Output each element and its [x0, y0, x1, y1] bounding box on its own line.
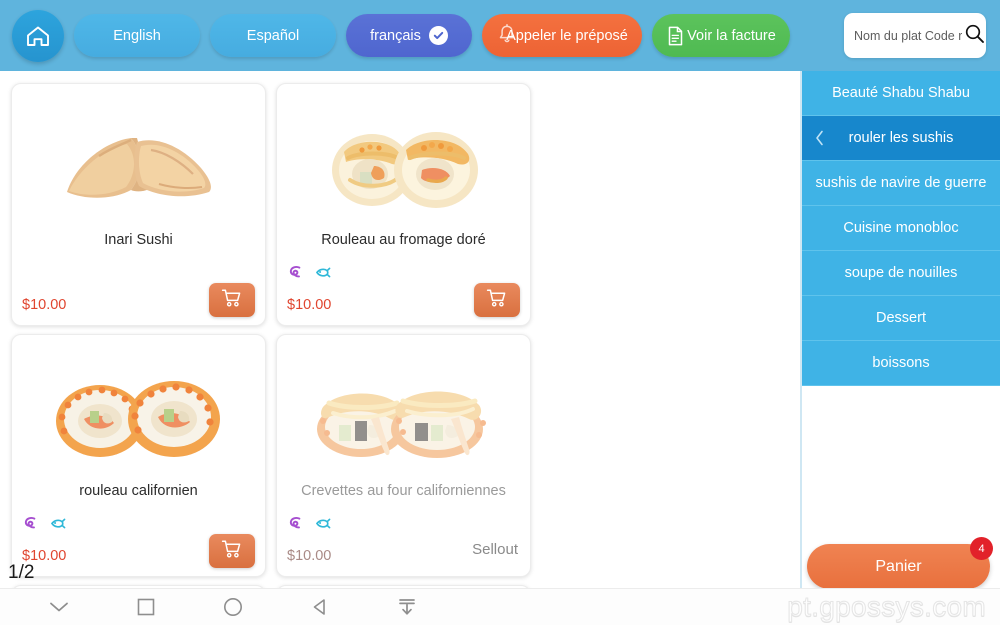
sidebar-item-label: Beauté Shabu Shabu	[832, 85, 970, 101]
product-image-golden-cheese-roll	[277, 92, 530, 232]
product-badges	[22, 515, 66, 532]
view-invoice-label: Voir la facture	[687, 27, 776, 44]
search-box[interactable]	[844, 13, 986, 58]
page-indicator: 1/2	[8, 562, 35, 583]
product-price: $10.00	[287, 548, 332, 564]
view-invoice-button[interactable]: Voir la facture	[652, 14, 790, 57]
spicy-badge-icon	[22, 515, 39, 532]
product-image-baked-california-shrimp	[277, 343, 530, 483]
language-button-espanol[interactable]: Español	[210, 14, 336, 57]
sidebar-item-beaute-shabu-shabu[interactable]: Beauté Shabu Shabu	[802, 71, 1000, 116]
product-price: $10.00	[287, 297, 332, 313]
square-icon[interactable]	[136, 597, 156, 617]
sidebar-item-label: Dessert	[876, 310, 926, 326]
product-price: $10.00	[22, 297, 67, 313]
download-all-icon[interactable]	[396, 597, 418, 617]
shopping-cart-icon	[486, 288, 508, 313]
check-circle-icon	[428, 26, 448, 45]
document-icon	[666, 25, 685, 47]
cart-button-label: Panier	[875, 557, 922, 575]
cart-button[interactable]: Panier 4	[807, 537, 993, 589]
product-grid: Inari Sushi $10.00 Rouleau au fromage do…	[0, 71, 800, 625]
product-name: Rouleau au fromage doré	[321, 232, 486, 248]
product-card[interactable]: rouleau californien $10.00	[11, 334, 266, 577]
product-card[interactable]: Crevettes au four californiennes $10.00 …	[276, 334, 531, 577]
sidebar-item-label: boissons	[872, 355, 930, 371]
add-to-cart-button[interactable]	[209, 283, 255, 317]
fish-badge-icon	[314, 515, 331, 532]
sidebar-item-rouler-les-sushis[interactable]: rouler les sushis	[802, 116, 1000, 161]
chevron-down-icon[interactable]	[48, 600, 70, 614]
product-badges	[287, 264, 331, 281]
top-toolbar: English Español français Appeler le prép…	[0, 0, 1000, 71]
category-sidebar: Beauté Shabu Shabu rouler les sushis sus…	[800, 71, 1000, 625]
search-input[interactable]	[854, 28, 962, 43]
sidebar-item-soupe-de-nouilles[interactable]: soupe de nouilles	[802, 251, 1000, 296]
home-icon	[24, 23, 52, 49]
call-attendant-button[interactable]: Appeler le préposé	[482, 14, 642, 57]
product-badges	[287, 515, 331, 532]
language-label-english: English	[113, 27, 161, 44]
language-button-english[interactable]: English	[74, 14, 200, 57]
shopping-cart-icon	[221, 288, 243, 313]
product-name: rouleau californien	[79, 483, 198, 499]
product-image-california-roll	[12, 343, 265, 483]
language-label-francais: français	[370, 27, 421, 44]
home-button[interactable]	[12, 9, 64, 62]
circle-icon[interactable]	[222, 596, 244, 618]
sidebar-item-label: Cuisine monobloc	[843, 220, 959, 236]
product-card[interactable]: Rouleau au fromage doré $10.00	[276, 83, 531, 326]
sidebar-item-label: rouler les sushis	[848, 130, 954, 146]
android-navigation-bar	[0, 588, 1000, 625]
product-name: Crevettes au four californiennes	[301, 483, 506, 499]
add-to-cart-button[interactable]	[209, 534, 255, 568]
product-image-inari-sushi	[12, 92, 265, 232]
fish-badge-icon	[314, 264, 331, 281]
spicy-badge-icon	[287, 264, 304, 281]
language-label-espanol: Español	[246, 27, 300, 44]
sidebar-item-dessert[interactable]: Dessert	[802, 296, 1000, 341]
sidebar-item-sushis-de-navire-de-guerre[interactable]: sushis de navire de guerre	[802, 161, 1000, 206]
app-root: English Español français Appeler le prép…	[0, 0, 1000, 625]
sidebar-item-cuisine-monobloc[interactable]: Cuisine monobloc	[802, 206, 1000, 251]
sold-out-label: Sellout	[472, 541, 518, 558]
sidebar-item-boissons[interactable]: boissons	[802, 341, 1000, 386]
add-to-cart-button[interactable]	[474, 283, 520, 317]
triangle-back-icon[interactable]	[310, 597, 330, 617]
chevron-left-icon[interactable]	[814, 130, 825, 147]
bell-icon	[496, 23, 518, 49]
language-button-francais[interactable]: français	[346, 14, 472, 57]
spicy-badge-icon	[287, 515, 304, 532]
product-card[interactable]: Inari Sushi $10.00	[11, 83, 266, 326]
search-icon[interactable]	[964, 23, 985, 49]
shopping-cart-icon	[221, 539, 243, 564]
cart-count-badge: 4	[970, 537, 993, 560]
sidebar-item-label: soupe de nouilles	[844, 265, 958, 281]
fish-badge-icon	[49, 515, 66, 532]
sidebar-item-label: sushis de navire de guerre	[815, 175, 987, 191]
product-name: Inari Sushi	[104, 232, 173, 248]
